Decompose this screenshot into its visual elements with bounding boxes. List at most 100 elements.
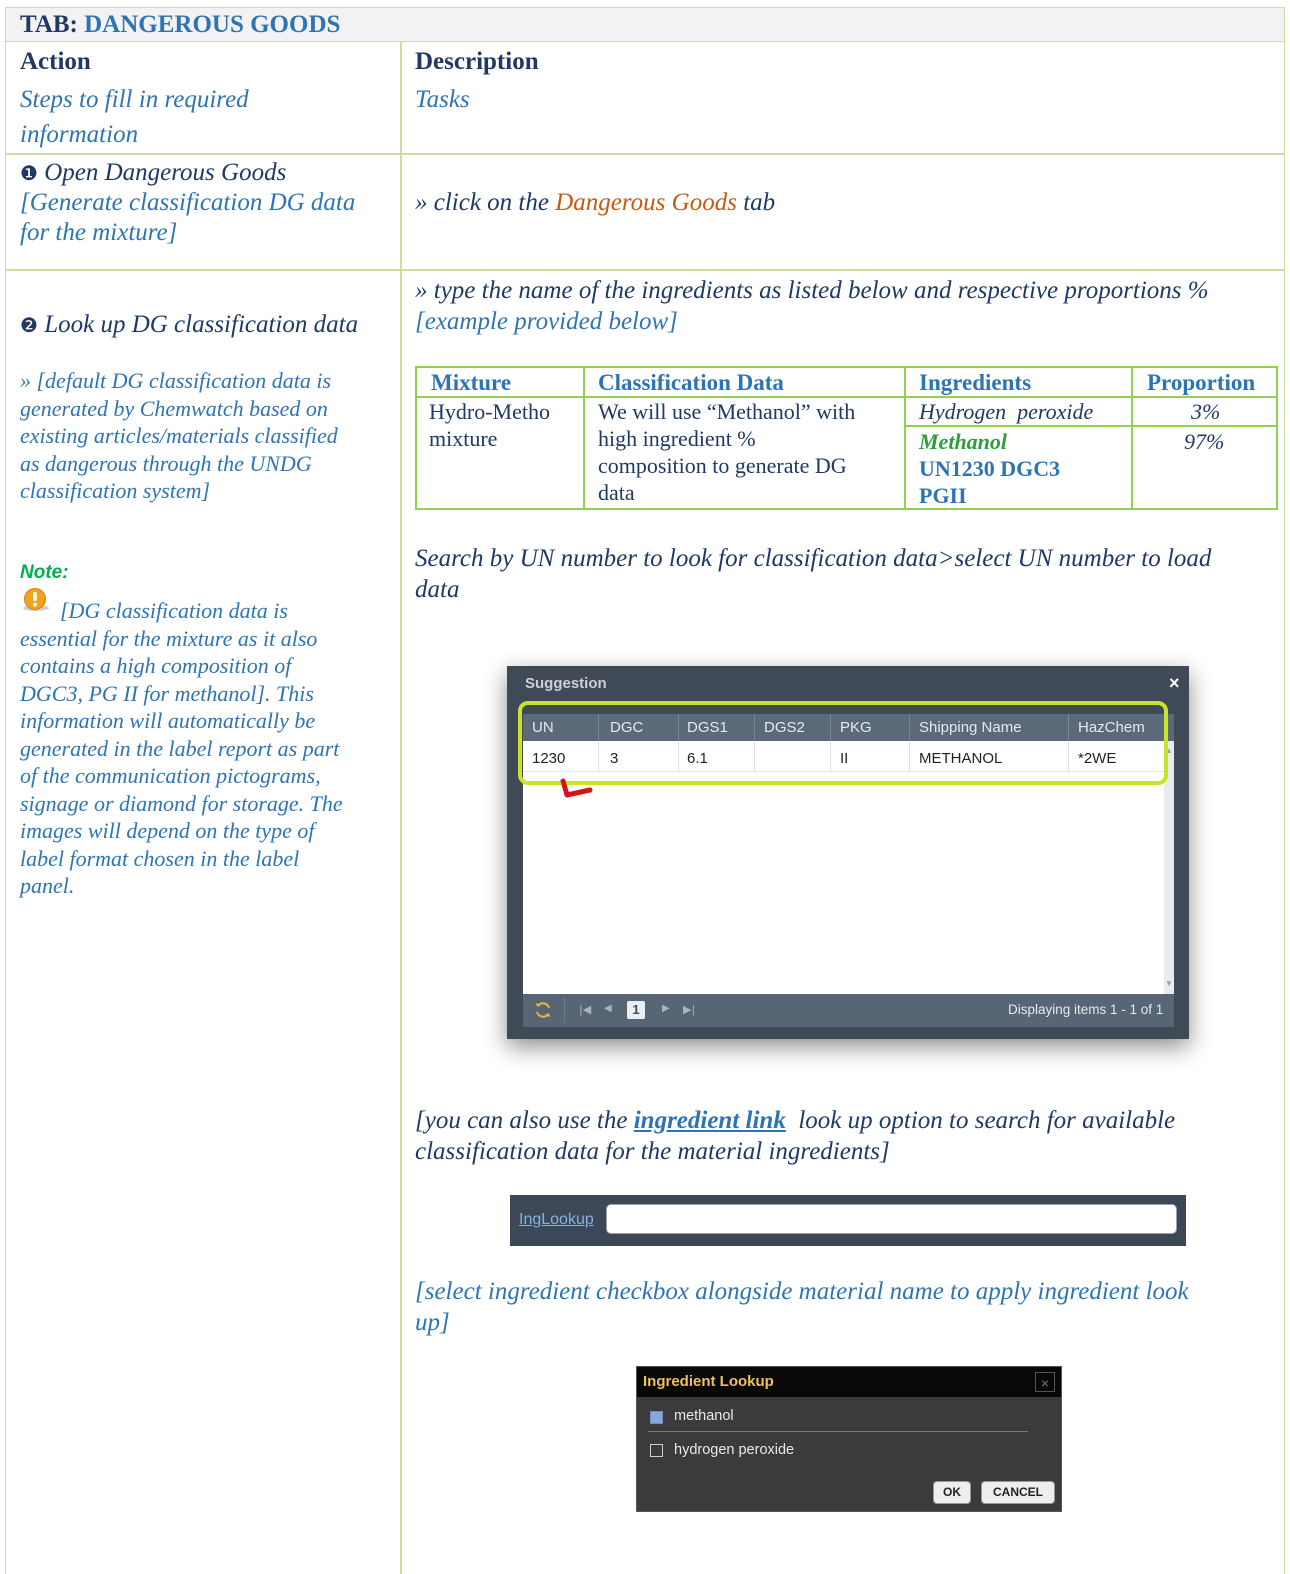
- ing-lookup-input[interactable]: [606, 1204, 1177, 1234]
- dg-note-line: information will automatically be: [20, 708, 316, 733]
- next-page-icon[interactable]: ▶: [662, 1003, 670, 1014]
- mixture-cell-line: mixture: [429, 426, 498, 451]
- ingredient-link[interactable]: ingredient link: [634, 1107, 786, 1134]
- proportion-methanol: 97%: [1184, 429, 1225, 454]
- instruction-line: » type the name of the ingredients as li…: [415, 277, 1209, 304]
- search-instruction: data: [415, 576, 460, 603]
- step-1-subtitle: for the mixture]: [20, 219, 178, 246]
- refresh-icon[interactable]: [533, 1000, 553, 1020]
- dangerous-goods-tab-ref: Dangerous Goods: [555, 189, 737, 216]
- ok-button[interactable]: OK: [933, 1481, 971, 1504]
- close-icon[interactable]: ×: [1169, 673, 1180, 694]
- default-dg-note-line: » [default DG classification data is: [20, 368, 332, 393]
- grid-line: [5, 269, 1285, 271]
- ingredients-header: Ingredients: [919, 370, 1032, 395]
- pagination-status: Displaying items 1 - 1 of 1: [1008, 1002, 1164, 1017]
- step-2-title-text: Look up DG classification data: [44, 311, 359, 338]
- description-intro: Tasks: [415, 86, 470, 113]
- tab-name: DANGEROUS GOODS: [84, 11, 341, 38]
- instruction-text: look up option to search for available: [798, 1107, 1176, 1134]
- ingredient-hydrogen-peroxide: Hydrogen peroxide: [919, 399, 1094, 424]
- ingredient-link-instruction: [you can also use the ingredient link lo…: [415, 1105, 1175, 1136]
- select-instruction: [select ingredient checkbox alongside ma…: [415, 1278, 1189, 1305]
- close-icon[interactable]: ×: [1035, 1372, 1055, 1392]
- checkbox-methanol[interactable]: [650, 1411, 663, 1424]
- highlight-box: [518, 701, 1168, 785]
- proportion-hydrogen-peroxide: 3%: [1191, 399, 1221, 424]
- classification-cell: We will use “Methanol” with high ingredi…: [598, 398, 855, 506]
- toolbar-divider: [564, 998, 565, 1023]
- ingredient-lookup-dialog: Ingredient Lookup × methanol hydrogen pe…: [636, 1366, 1062, 1512]
- default-dg-note-line: classification system]: [20, 478, 211, 503]
- grid-line: [5, 41, 1285, 42]
- dg-note-line: signage or diamond for storage. The: [20, 790, 343, 816]
- step-2-title: ❷ Look up DG classification data: [20, 309, 358, 342]
- step-1-description: » click on the Dangerous Goods tab: [415, 187, 775, 218]
- step-1-title-text: Open Dangerous Goods: [44, 159, 287, 186]
- step-number-icon: ❶: [20, 163, 38, 185]
- step-1-subtitle: [Generate classification DG data: [20, 189, 356, 216]
- classification-line: high ingredient %: [598, 426, 756, 451]
- ingredient-label: methanol: [674, 1408, 734, 1424]
- step-1-title: ❶ Open Dangerous Goods: [20, 157, 286, 190]
- checkbox-hydrogen-peroxide[interactable]: [650, 1444, 663, 1457]
- pagination-bar: |◀ ◀ 1 ▶ ▶| Displaying items 1 - 1 of 1: [523, 994, 1174, 1027]
- grid-line: [400, 41, 402, 1574]
- action-intro-line: information: [20, 121, 139, 148]
- ingredient-methanol: Methanol: [919, 429, 1008, 454]
- ingredient-lookup-title: Ingredient Lookup: [643, 1373, 774, 1390]
- dg-note-line: essential for the mixture as it also: [20, 625, 318, 651]
- dg-note-line: panel.: [20, 873, 75, 898]
- grid-line: [5, 7, 6, 1574]
- cancel-button[interactable]: CANCEL: [981, 1481, 1055, 1504]
- desc-text: tab: [743, 189, 776, 216]
- divider: [648, 1431, 1028, 1432]
- page-number-input[interactable]: 1: [627, 1001, 645, 1019]
- classification-line: data: [598, 480, 635, 505]
- desc-text: » click on the: [415, 189, 549, 216]
- dg-note-line: images will depend on the type of: [20, 818, 315, 843]
- dg-note-line: contains a high composition of: [20, 653, 292, 678]
- note-label: Note:: [20, 562, 69, 583]
- classification-line: composition to generate DG: [598, 453, 847, 478]
- search-instruction: Search by UN number to look for classifi…: [415, 545, 1212, 572]
- methanol-dg-line: UN1230 DGC3: [919, 456, 1061, 481]
- mixture-cell-line: Hydro-Metho: [429, 399, 550, 424]
- proportion-header: Proportion: [1147, 370, 1256, 395]
- description-column-header: Description: [415, 48, 539, 75]
- grid-line: [1284, 7, 1285, 1574]
- step-number-icon: ❷: [20, 315, 38, 337]
- last-page-icon[interactable]: ▶|: [683, 1003, 695, 1016]
- ing-lookup-bar: IngLookup: [510, 1195, 1186, 1246]
- methanol-dg-data: UN1230 DGC3 PGII: [919, 455, 1060, 509]
- scroll-down-icon[interactable]: ▼: [1165, 979, 1173, 988]
- grid-line: [5, 153, 1285, 155]
- dg-note-line: [DG classification data is: [60, 598, 288, 623]
- dg-note-line: generated in the label report as part: [20, 735, 340, 761]
- ing-lookup-link[interactable]: IngLookup: [519, 1211, 594, 1229]
- red-arrow-icon: [560, 777, 594, 799]
- dg-note-line: DGC3, PG II for methanol]. This: [20, 680, 314, 706]
- default-dg-note: » [default DG classification data is gen…: [20, 367, 338, 505]
- instruction-text: [you can also use the: [415, 1107, 628, 1134]
- ingredient-link-instruction: classification data for the material ing…: [415, 1138, 890, 1165]
- classification-line: We will use “Methanol” with: [598, 399, 856, 424]
- dg-note-body: [DG classification data is essential for…: [20, 597, 395, 900]
- default-dg-note-line: generated by Chemwatch based on: [20, 395, 328, 421]
- select-instruction: up]: [415, 1309, 450, 1336]
- classification-header: Classification Data: [598, 370, 784, 395]
- default-dg-note-line: as dangerous through the UNDG: [20, 450, 312, 476]
- action-intro-line: Steps to fill in required: [20, 86, 249, 113]
- prev-page-icon[interactable]: ◀: [604, 1003, 612, 1014]
- tab-prefix: TAB:: [20, 11, 78, 38]
- mixture-header: Mixture: [431, 370, 512, 395]
- default-dg-note-line: existing articles/materials classified: [20, 423, 338, 448]
- mixture-cell: Hydro-Metho mixture: [429, 398, 550, 452]
- instruction-line: [example provided below]: [415, 308, 678, 335]
- ingredient-label: hydrogen peroxide: [674, 1442, 795, 1458]
- first-page-icon[interactable]: |◀: [579, 1003, 591, 1016]
- mixture-table: Mixture Classification Data Ingredients …: [415, 366, 1278, 510]
- methanol-dg-line: PGII: [919, 483, 967, 508]
- suggestion-dialog-title: Suggestion: [525, 675, 607, 692]
- action-column-header: Action: [20, 48, 91, 75]
